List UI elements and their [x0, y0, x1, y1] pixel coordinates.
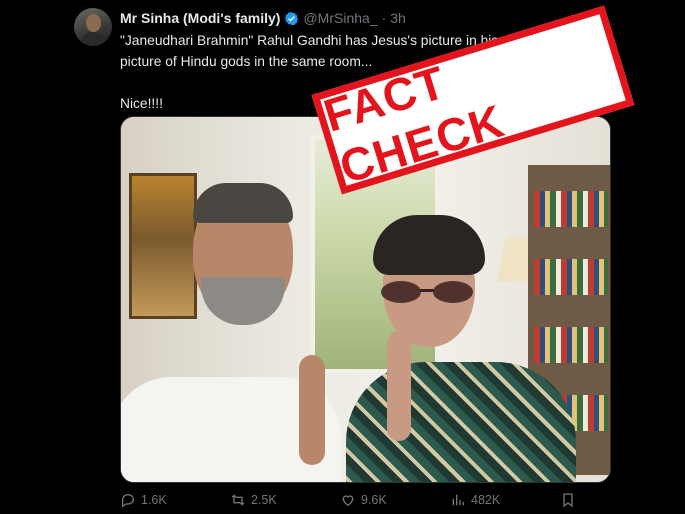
verified-badge-icon	[285, 11, 299, 25]
woman-sari	[346, 362, 576, 482]
views-icon	[452, 494, 464, 506]
reply-button[interactable]: 1.6K	[120, 492, 167, 508]
timestamp[interactable]: 3h	[390, 10, 406, 26]
man-hair	[193, 183, 293, 223]
woman-inked-finger	[387, 331, 411, 441]
avatar-body	[79, 32, 107, 46]
photo-painting	[129, 173, 197, 319]
reply-count: 1.6K	[141, 493, 167, 507]
handle[interactable]: @MrSinha_	[303, 10, 377, 26]
reply-icon	[122, 493, 135, 508]
views-button[interactable]: 482K	[450, 492, 500, 508]
shelf-row	[534, 327, 608, 363]
like-button[interactable]: 9.6K	[340, 492, 387, 508]
display-name[interactable]: Mr Sinha (Modi's family)	[120, 10, 280, 26]
man-inked-finger	[299, 355, 325, 465]
repost-icon	[231, 494, 245, 506]
bookmark-icon	[563, 493, 573, 508]
post-header: Mr Sinha (Modi's family) @MrSinha_ · 3h	[120, 8, 406, 28]
woman-hair	[373, 215, 485, 275]
views-count: 482K	[471, 493, 501, 507]
like-count: 9.6K	[361, 493, 387, 507]
sunglasses	[381, 281, 473, 303]
shelf-row	[534, 259, 608, 295]
separator: ·	[381, 10, 387, 26]
post: Mr Sinha (Modi's family) @MrSinha_ · 3h …	[0, 0, 685, 514]
repost-count: 2.5K	[251, 493, 277, 507]
action-bar: 1.6K 2.5K 9.6K 482K	[120, 492, 590, 512]
bookmark-button[interactable]	[560, 492, 576, 508]
avatar-face	[86, 14, 101, 32]
avatar[interactable]	[74, 8, 112, 46]
shelf-row	[534, 191, 608, 227]
like-icon	[342, 495, 354, 507]
repost-button[interactable]: 2.5K	[230, 492, 277, 508]
